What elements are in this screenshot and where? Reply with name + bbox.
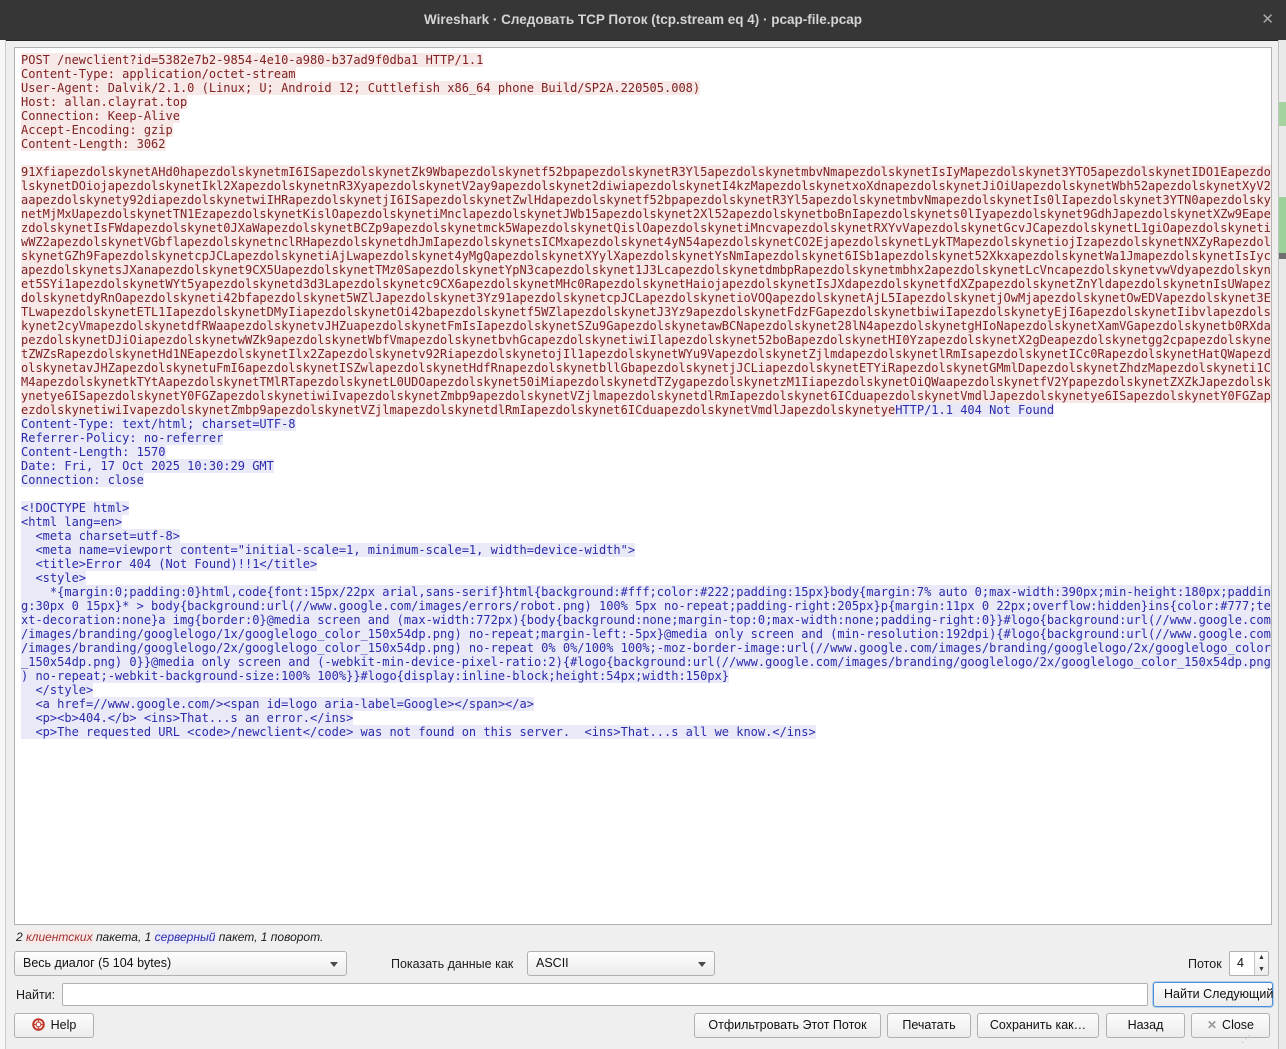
stream-line: Content-Length: 3062 — [21, 137, 1271, 151]
stream-line: lskynetDOiojapezdolskynetIkl2Xapezdolsky… — [21, 179, 1271, 193]
filter-stream-label: Отфильтровать Этот Поток — [708, 1018, 866, 1032]
stream-number-spinner[interactable]: 4 ▲ ▼ — [1229, 951, 1269, 976]
back-button[interactable]: Назад — [1106, 1013, 1185, 1038]
find-next-label: Найти Следующий — [1164, 987, 1273, 1001]
stream-line: skynetGZh9FapezdolskynetcpJCLapezdolskyn… — [21, 249, 1271, 263]
summary-mid: пакета, 1 — [93, 930, 155, 944]
show-data-as-value: ASCII — [536, 956, 569, 970]
stream-line: M4apezdolskynetkTYtAapezdolskynetTMlRTap… — [21, 375, 1271, 389]
stream-line: pezdolskynetDJiOiapezdolskynetwWZk9apezd… — [21, 333, 1271, 347]
stream-line: Content-Length: 1570 — [21, 445, 1271, 459]
stream-line: ynetye6ISapezdolskynetY0FGZapezdolskynet… — [21, 389, 1271, 403]
summary-suffix: пакет, 1 поворот. — [215, 930, 323, 944]
stream-line: <style> — [21, 571, 1271, 585]
stream-line: dolskynetdyRnOapezdolskyneti42bfapezdols… — [21, 291, 1271, 305]
stream-line: </style> — [21, 683, 1271, 697]
stream-line: wWZ2apezdolskynetVGbflapezdolskynetnclRH… — [21, 235, 1271, 249]
stream-line: olskynetavJHZapezdolskynetuFmI6apezdolsk… — [21, 361, 1271, 375]
find-label: Найти: — [16, 988, 55, 1002]
chevron-down-icon — [698, 962, 706, 967]
resize-grip[interactable]: ⋰ — [1241, 1034, 1252, 1045]
stream-line — [21, 487, 1271, 501]
client-packets-word: клиентских — [26, 930, 93, 944]
save-as-button[interactable]: Сохранить как… — [977, 1013, 1099, 1038]
stream-line: aapezdolskynety92diapezdolskynetwiIHRape… — [21, 193, 1271, 207]
stream-line: Content-Type: text/html; charset=UTF-8 — [21, 417, 1271, 431]
stream-line: *{margin:0;padding:0}html,code{font:15px… — [21, 585, 1271, 599]
window-title: Wireshark · Следовать TCP Поток (tcp.str… — [0, 0, 1286, 40]
stream-number-value: 4 — [1237, 952, 1244, 975]
server-packets-word: серверный — [155, 930, 216, 944]
help-icon — [32, 1016, 45, 1038]
stream-line: TLwapezdolskynetETL1IapezdolskynetDMyIia… — [21, 305, 1271, 319]
stream-line: <p><b>404.</b> <ins>That...s an error.</… — [21, 711, 1271, 725]
stream-line: Date: Fri, 17 Oct 2025 10:30:29 GMT — [21, 459, 1271, 473]
stream-line: Connection: close — [21, 473, 1271, 487]
show-data-as-label: Показать данные как — [391, 957, 513, 971]
stream-line: ) no-repeat;-webkit-background-size:100%… — [21, 669, 1271, 683]
close-button-icon: ✕ — [1207, 1018, 1217, 1032]
stream-line — [21, 151, 1271, 165]
stream-line: /images/branding/googlelogo/2x/googlelog… — [21, 641, 1271, 655]
stream-line: Connection: Keep-Alive — [21, 109, 1271, 123]
stream-line: 91XfiapezdolskynetAHd0hapezdolskynetmI6I… — [21, 165, 1271, 179]
summary-prefix: 2 — [16, 930, 26, 944]
print-button[interactable]: Печатать — [887, 1013, 971, 1038]
show-data-as-select[interactable]: ASCII — [527, 951, 715, 976]
stream-line: <a href=//www.google.com/><span id=logo … — [21, 697, 1271, 711]
background-window-left-edge — [0, 40, 6, 1049]
stream-line: <meta name=viewport content="initial-sca… — [21, 543, 1271, 557]
stream-line: POST /newclient?id=5382e7b2-9854-4e10-a9… — [21, 53, 1271, 67]
find-next-button[interactable]: Найти Следующий — [1153, 982, 1273, 1007]
filter-stream-button[interactable]: Отфильтровать Этот Поток — [694, 1013, 881, 1038]
find-input[interactable] — [62, 983, 1148, 1006]
stream-line: /images/branding/googlelogo/1x/googlelog… — [21, 627, 1271, 641]
stream-line: Accept-Encoding: gzip — [21, 123, 1271, 137]
background-window-scrollbar-strip — [1278, 40, 1286, 1049]
stream-line: _150x54dp.png) 0}}@media only screen and… — [21, 655, 1271, 669]
close-icon[interactable]: ✕ — [1261, 0, 1274, 40]
stream-line: ezdolskynetiwiIvapezdolskynetZmbp9apezdo… — [21, 403, 1271, 417]
stream-line: Content-Type: application/octet-stream — [21, 67, 1271, 81]
stream-line: Referrer-Policy: no-referrer — [21, 431, 1271, 445]
stream-line: kynet2cyVmapezdolskynetdfRWaapezdolskyne… — [21, 319, 1271, 333]
help-button[interactable]: Help — [14, 1013, 94, 1038]
print-label: Печатать — [902, 1018, 955, 1032]
stream-line: <title>Error 404 (Not Found)!!1</title> — [21, 557, 1271, 571]
back-label: Назад — [1128, 1018, 1164, 1032]
stream-line: Host: allan.clayrat.top — [21, 95, 1271, 109]
spinner-up-icon[interactable]: ▲ — [1255, 952, 1268, 964]
stream-line: apezdolskynetsJXanapezdolskynet9CX5Uapez… — [21, 263, 1271, 277]
conversation-select-value: Весь диалог (5 104 bytes) — [23, 956, 171, 970]
stream-content[interactable]: POST /newclient?id=5382e7b2-9854-4e10-a9… — [14, 47, 1272, 925]
stream-line: g:30px 0 15px}* > body{background:url(//… — [21, 599, 1271, 613]
stream-line: <!DOCTYPE html> — [21, 501, 1271, 515]
minimap-segment — [1279, 197, 1286, 253]
chevron-down-icon — [330, 962, 338, 967]
stream-line: <p>The requested URL <code>/newclient</c… — [21, 725, 1271, 739]
stream-line: <html lang=en> — [21, 515, 1271, 529]
spinner-down-icon[interactable]: ▼ — [1255, 964, 1268, 976]
close-label: Close — [1222, 1018, 1254, 1032]
stream-line: et5SYi1apezdolskynetWYt5yapezdolskynetd3… — [21, 277, 1271, 291]
help-label: Help — [51, 1018, 77, 1032]
minimap-segment — [1279, 102, 1286, 126]
packet-summary: 2 клиентских пакета, 1 серверный пакет, … — [16, 930, 323, 944]
close-button[interactable]: ✕ Close — [1191, 1013, 1270, 1038]
stream-line: User-Agent: Dalvik/2.1.0 (Linux; U; Andr… — [21, 81, 1271, 95]
stream-line: netMjMxUapezdolskynetTN1EzapezdolskynetK… — [21, 207, 1271, 221]
stream-label: Поток — [1188, 957, 1222, 971]
stream-line: zdolskynetIsFWdapezdolskynet0JXaWapezdol… — [21, 221, 1271, 235]
stream-line: xt-decoration:none}a img{border:0}@media… — [21, 613, 1271, 627]
title-bar: Wireshark · Следовать TCP Поток (tcp.str… — [0, 0, 1286, 41]
minimap-segment — [1279, 253, 1286, 259]
conversation-select[interactable]: Весь диалог (5 104 bytes) — [14, 951, 347, 976]
stream-line: tZWZsRapezdolskynetHd1NEapezdolskynetIlx… — [21, 347, 1271, 361]
stream-line: <meta charset=utf-8> — [21, 529, 1271, 543]
save-as-label: Сохранить как… — [990, 1018, 1086, 1032]
